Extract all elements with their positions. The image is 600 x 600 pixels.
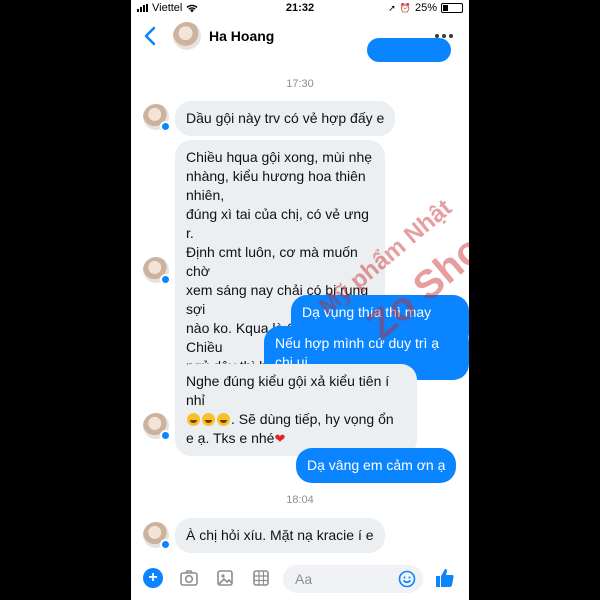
location-icon: ➚ [388,2,396,13]
message-line: đúng xì tai của chị, có vẻ ưng r. [186,206,369,241]
messenger-badge-icon [160,430,171,441]
status-right-group: ➚ ⏰ 25% [388,2,463,14]
messenger-badge-icon [160,539,171,550]
heart-emoji-icon: ❤ [274,431,286,446]
contact-avatar[interactable] [173,22,201,50]
message-text: Dầu gội này trv có vẻ hợp đấy e [186,110,385,126]
incoming-message[interactable]: Dầu gội này trv có vẻ hợp đấy e [175,101,396,136]
incoming-message[interactable]: Nghe đúng kiểu gội xả kiểu tiên í nhỉ . … [175,364,417,456]
sender-avatar [143,257,171,285]
phone-screen: Viettel 21:32 ➚ ⏰ 25% Ha Hoang 17:30 Dầu… [131,0,469,600]
message-text: Dạ vâng em cảm ơn ạ [307,457,446,473]
sticker-icon[interactable] [251,568,271,588]
image-icon[interactable] [215,568,235,588]
message-text: e ạ. Tks e nhé [186,430,275,446]
previous-message-edge [367,38,451,62]
message-line: Định cmt luôn, cơ mà muốn chờ [186,244,358,279]
message-line: . Sẽ dùng tiếp, hy vọng ổn [186,410,406,429]
battery-icon [441,3,463,13]
status-bar: Viettel 21:32 ➚ ⏰ 25% [131,0,469,16]
input-placeholder: Aa [295,571,313,587]
sender-avatar [143,413,171,441]
incoming-message[interactable]: À chị hỏi xíu. Mặt nạ kracie í e [175,518,385,553]
battery-fill [443,5,448,11]
sender-avatar [143,104,171,132]
emoji-icon[interactable] [397,569,417,589]
alarm-icon: ⏰ [399,2,411,13]
outgoing-message[interactable]: Dạ vâng em cảm ơn ạ [296,448,457,483]
plus-icon[interactable]: + [143,568,163,588]
message-line: nhàng, kiểu hương hoa thiên nhiên, [186,168,366,203]
message-thread[interactable]: 17:30 Dầu gội này trv có vẻ hợp đấy e Ch… [131,38,469,556]
message-text: À chị hỏi xíu. Mặt nạ kracie í e [186,527,374,543]
back-icon[interactable] [141,24,161,48]
message-text: . Sẽ dùng tiếp, hy vọng ổn [231,411,394,427]
laughing-emoji-icon [217,413,230,426]
laughing-emoji-icon [202,413,215,426]
battery-percent: 25% [414,2,437,14]
sender-avatar [143,522,171,550]
camera-icon[interactable] [179,568,199,588]
laughing-emoji-icon [187,413,200,426]
thumbs-up-icon[interactable] [433,566,457,590]
composer-bar: + Aa [131,556,469,600]
message-line: Chiều hqua gội xong, mùi nhẹ [186,149,373,165]
message-input[interactable]: Aa [283,565,423,593]
messenger-badge-icon [160,274,171,285]
messenger-badge-icon [160,121,171,132]
message-line: e ạ. Tks e nhé❤ [186,429,406,448]
message-line: Nghe đúng kiểu gội xả kiểu tiên í nhỉ [186,373,390,408]
contact-name[interactable]: Ha Hoang [209,28,274,44]
timestamp: 18:04 [286,494,314,506]
timestamp: 17:30 [286,78,314,90]
